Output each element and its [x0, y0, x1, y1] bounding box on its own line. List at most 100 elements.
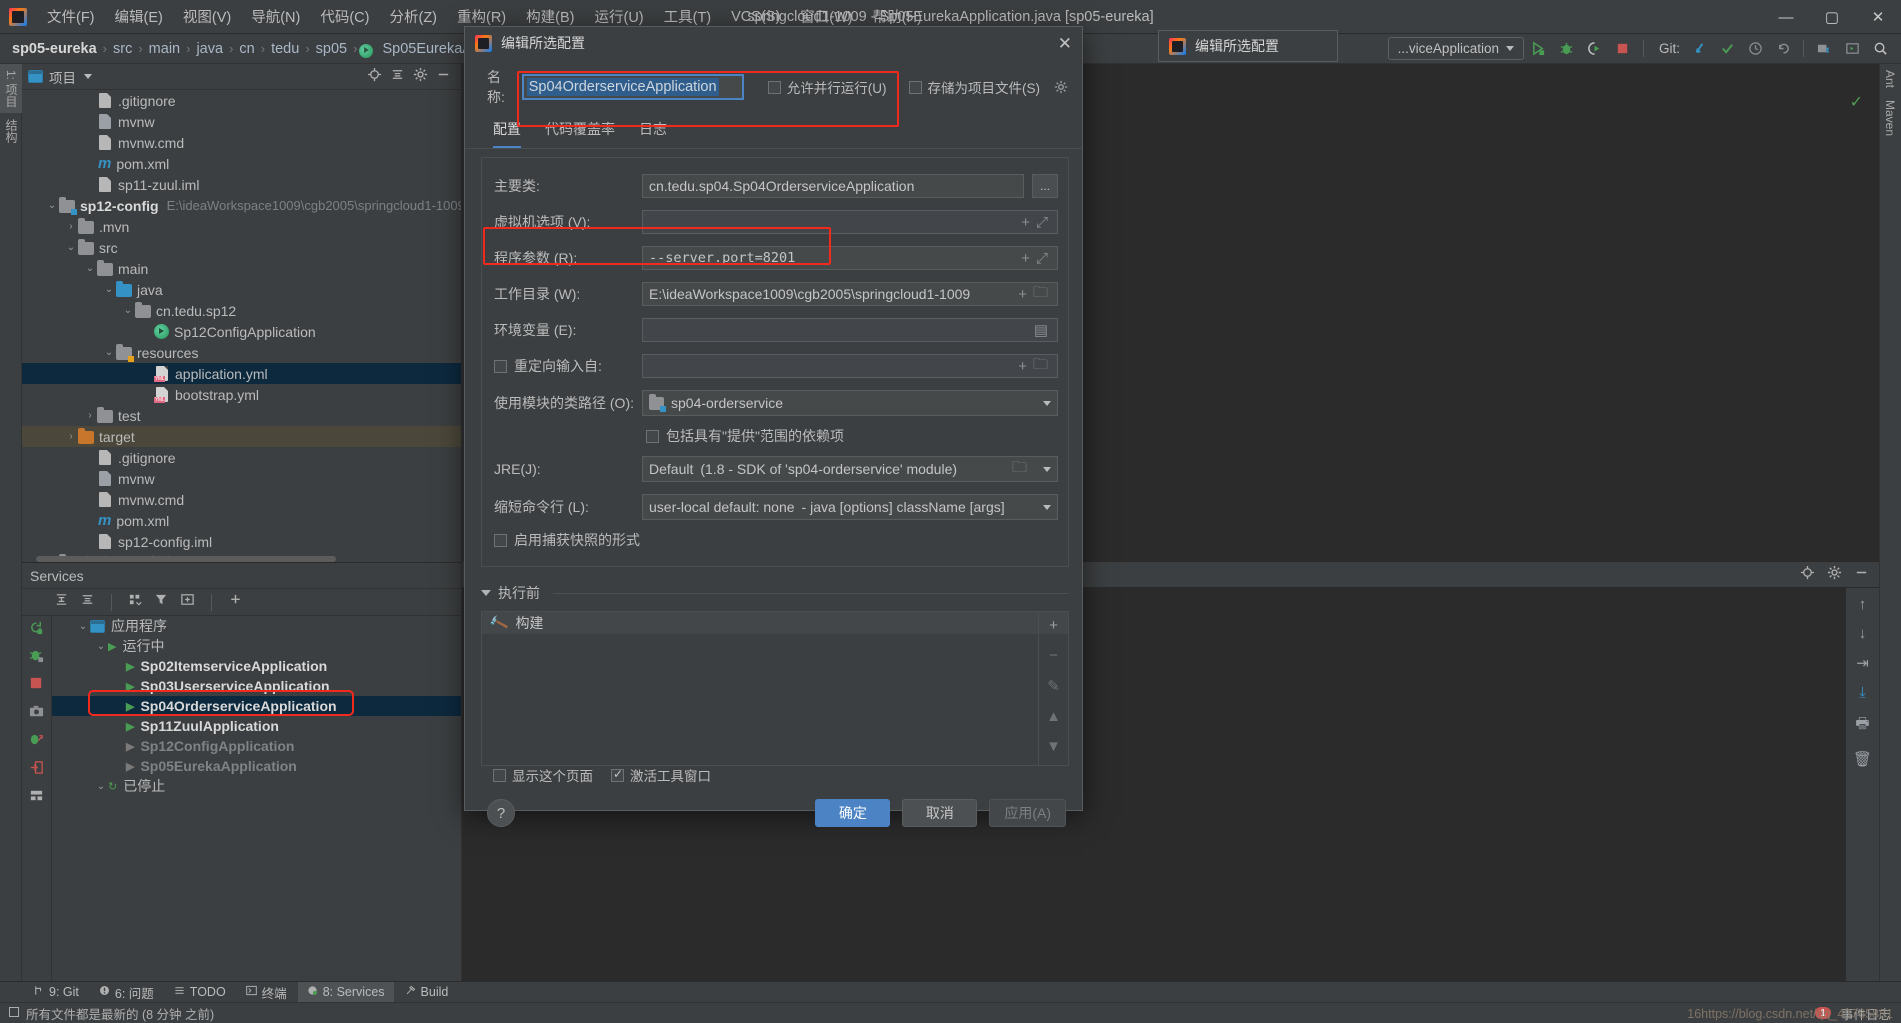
tree-row[interactable]: Sp12ConfigApplication	[22, 321, 461, 342]
collapse-all-icon[interactable]	[80, 592, 95, 612]
chevron-down-icon[interactable]: ⌄	[76, 621, 90, 632]
scroll-down-icon[interactable]: ↓	[1859, 625, 1867, 642]
run-coverage-icon[interactable]	[1582, 37, 1608, 61]
tree-row[interactable]: .gitignore	[22, 90, 461, 111]
menu-analyze[interactable]: 分析(Z)	[379, 2, 447, 31]
search-everywhere-icon[interactable]	[1867, 37, 1893, 61]
breadcrumb-item-4[interactable]: cn	[235, 40, 258, 58]
run-configuration-selector[interactable]: ...viceApplication	[1387, 37, 1524, 60]
stop-icon[interactable]	[29, 676, 44, 696]
rerun-icon[interactable]	[29, 620, 44, 640]
bottom-tab-git[interactable]: 9: Git	[24, 982, 88, 1003]
git-history-icon[interactable]	[1742, 37, 1768, 61]
expand-icon[interactable]: ⤢	[1033, 214, 1051, 231]
tree-row[interactable]: mvnw.cmd	[22, 489, 461, 510]
folder-icon[interactable]: 🗀	[1030, 355, 1051, 377]
help-button[interactable]: ?	[487, 799, 515, 827]
shorten-command-line-select[interactable]: user-local default: none - java [options…	[642, 494, 1058, 520]
expand-all-icon[interactable]	[54, 592, 69, 612]
services-row[interactable]: ▶ Sp11ZuulApplication	[52, 716, 461, 736]
expand-icon[interactable]: ⤢	[1033, 250, 1051, 267]
tree-row[interactable]: › target	[22, 426, 461, 447]
enable-snapshot-checkbox[interactable]: 启用捕获快照的形式	[482, 526, 1068, 554]
tree-row[interactable]: m pom.xml	[22, 153, 461, 174]
breadcrumb-item-5[interactable]: tedu	[267, 40, 303, 58]
menu-file[interactable]: 文件(F)	[37, 2, 105, 31]
services-row[interactable]: ⌄ ↻ 已停止	[52, 776, 461, 796]
project-structure-icon[interactable]	[1811, 37, 1837, 61]
program-arguments-input[interactable]: --server.port=8201 + ⤢	[642, 246, 1058, 270]
edit-icon[interactable]: ✎	[1047, 677, 1060, 695]
folder-icon[interactable]: 🗀	[1009, 457, 1030, 482]
cancel-button[interactable]: 取消	[902, 799, 978, 827]
close-icon[interactable]: ✕	[1855, 0, 1901, 34]
browse-main-class-button[interactable]: ...	[1032, 174, 1058, 198]
tree-row[interactable]: ⌄ sp12-config E:\ideaWorkspace1009\cgb2005…	[22, 195, 461, 216]
chevron-down-icon[interactable]: ⌄	[94, 781, 108, 792]
services-row[interactable]: ⌄ 应用程序	[52, 616, 461, 636]
print-icon[interactable]: 🖶	[1855, 713, 1869, 738]
scroll-up-icon[interactable]: ↑	[1859, 596, 1867, 613]
tree-row[interactable]: mvnw.cmd	[22, 132, 461, 153]
debug-icon[interactable]	[1554, 37, 1580, 61]
breadcrumb-item-1[interactable]: src	[109, 40, 136, 58]
menu-code[interactable]: 代码(C)	[310, 2, 379, 31]
chevron-down-icon[interactable]: ⌄	[121, 305, 135, 316]
redirect-input-checkbox[interactable]: 重定向输入自:	[494, 356, 634, 376]
minimize-icon[interactable]: —	[1763, 0, 1809, 34]
hide-icon[interactable]	[1854, 565, 1869, 585]
tree-row[interactable]: ⌄ main	[22, 258, 461, 279]
chevron-down-icon[interactable]: ⌄	[102, 284, 116, 295]
chevron-down-icon[interactable]: ⌄	[83, 263, 97, 274]
chevron-down-icon[interactable]: ⌄	[94, 641, 108, 652]
up-icon[interactable]: ▲	[1046, 708, 1061, 725]
main-class-input[interactable]: cn.tedu.sp04.Sp04OrderserviceApplication	[642, 174, 1024, 198]
scroll-end-icon[interactable]: ⤓	[1859, 684, 1866, 701]
allow-parallel-run-checkbox[interactable]: 允许并行运行(U)	[767, 77, 887, 97]
git-revert-icon[interactable]	[1770, 37, 1796, 61]
jre-select[interactable]: Default (1.8 - SDK of 'sp04-orderservice…	[642, 456, 1058, 482]
add-tab-icon[interactable]	[180, 592, 195, 612]
export-icon[interactable]	[29, 760, 44, 780]
chevron-right-icon[interactable]: ›	[64, 431, 78, 442]
soft-wrap-icon[interactable]: ⇥	[1856, 654, 1869, 672]
menu-vcs[interactable]: VCS(S)	[721, 5, 790, 29]
attach-icon[interactable]	[29, 732, 44, 752]
chevron-down-icon[interactable]	[481, 590, 491, 596]
gear-icon[interactable]	[1827, 565, 1842, 585]
breadcrumb-item-0[interactable]: sp05-eureka	[8, 40, 101, 58]
run-icon[interactable]	[1526, 37, 1552, 61]
down-icon[interactable]: ▼	[1046, 738, 1061, 755]
tree-row[interactable]: bootstrap.yml	[22, 384, 461, 405]
services-row[interactable]: ▶ Sp03UserserviceApplication	[52, 676, 461, 696]
group-icon[interactable]	[128, 592, 143, 612]
edit-configuration-dialog[interactable]: 编辑所选配置 ✕ 名称: Sp04OrderserviceApplication…	[464, 26, 1083, 827]
chevron-down-icon[interactable]: ⌄	[45, 200, 59, 211]
chevron-down-icon[interactable]: ⌄	[64, 242, 78, 253]
name-input[interactable]: Sp04OrderserviceApplication	[521, 74, 744, 100]
git-commit-icon[interactable]	[1714, 37, 1740, 61]
edit-configurations-menu-item[interactable]: 编辑所选配置	[1158, 30, 1338, 62]
git-update-icon[interactable]	[1686, 37, 1712, 61]
plus-icon[interactable]: +	[1018, 214, 1033, 231]
tab-code-coverage[interactable]: 代码覆盖率	[545, 119, 615, 148]
apply-button[interactable]: 应用(A)	[989, 799, 1066, 827]
project-tree[interactable]: .gitignore mvnw mvnw.cmd m pom.xml sp11-zuul.…	[22, 90, 461, 561]
gear-icon[interactable]	[413, 67, 428, 87]
menu-edit[interactable]: 编辑(E)	[105, 2, 173, 31]
delete-icon[interactable]: 🗑	[1853, 750, 1872, 768]
plus-icon[interactable]: +	[1049, 617, 1058, 634]
add-icon[interactable]	[228, 592, 243, 612]
menu-view[interactable]: 视图(V)	[173, 2, 241, 31]
tree-row[interactable]: sp11-zuul.iml	[22, 174, 461, 195]
layout-icon[interactable]	[29, 788, 44, 808]
tree-row[interactable]: ⌄ java	[22, 279, 461, 300]
before-launch-list[interactable]: 🔨 构建 + − ✎ ▲ ▼	[481, 611, 1069, 766]
working-directory-input[interactable]: E:\ideaWorkspace1009\cgb2005\springcloud…	[642, 282, 1058, 306]
camera-icon[interactable]	[29, 704, 44, 724]
environment-variables-input[interactable]: ▤	[642, 318, 1058, 342]
services-row[interactable]: ▶ Sp05EurekaApplication	[52, 756, 461, 776]
tree-row[interactable]: ⌄ resources	[22, 342, 461, 363]
terminal-icon[interactable]	[1839, 37, 1865, 61]
tree-row[interactable]: mvnw	[22, 468, 461, 489]
